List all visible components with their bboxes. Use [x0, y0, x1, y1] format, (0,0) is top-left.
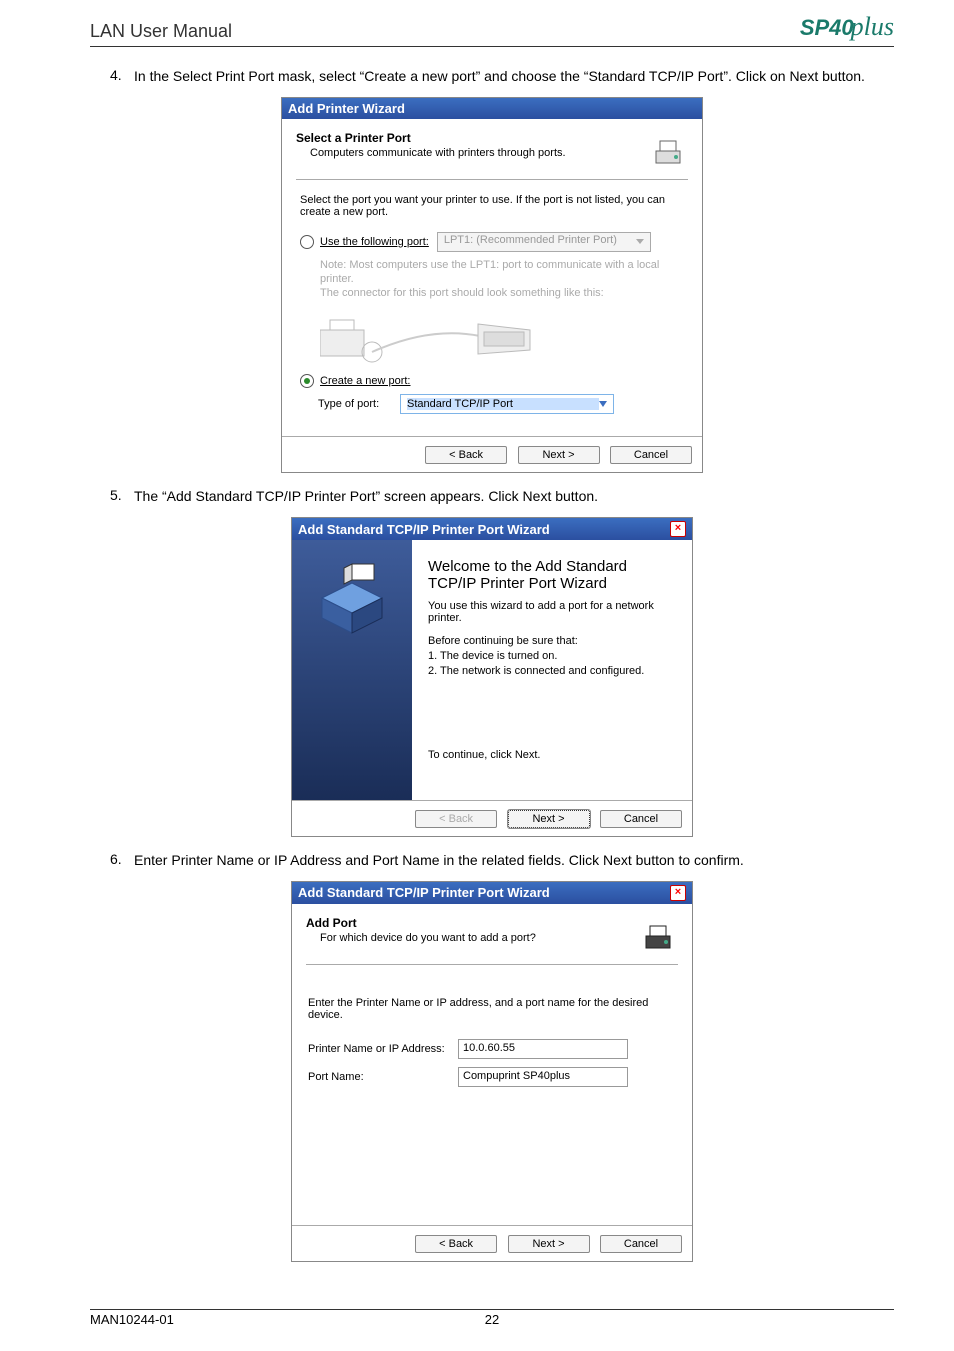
step-4-number: 4.: [90, 67, 134, 87]
step-4-text: In the Select Print Port mask, select “C…: [134, 67, 894, 87]
add-printer-wizard-dialog: Add Printer Wizard Select a Printer Port…: [281, 97, 703, 474]
dialog2-bullet1: 1. The device is turned on.: [428, 649, 676, 664]
radio-use-existing-port[interactable]: [300, 235, 314, 249]
logo-main: SP40: [800, 15, 854, 40]
port-name-input[interactable]: Compuprint SP40plus: [458, 1067, 628, 1087]
dialog1-subdesc: Computers communicate with printers thro…: [296, 147, 566, 159]
printer-icon: [648, 131, 688, 171]
printer-icon: [638, 916, 678, 956]
step-5-text: The “Add Standard TCP/IP Printer Port” s…: [134, 487, 894, 507]
wizard-side-graphic: [292, 540, 412, 800]
back-button[interactable]: < Back: [415, 1235, 497, 1253]
chevron-down-icon: [599, 401, 607, 407]
port-type-value: Standard TCP/IP Port: [407, 398, 599, 410]
step-6-number: 6.: [90, 851, 134, 871]
printer-name-input[interactable]: 10.0.60.55: [458, 1039, 628, 1059]
radio-create-new-port[interactable]: [300, 374, 314, 388]
cancel-button[interactable]: Cancel: [610, 446, 692, 464]
dialog3-title: Add Standard TCP/IP Printer Port Wizard: [298, 885, 550, 900]
step-5-number: 5.: [90, 487, 134, 507]
footer-doc-id: MAN10244-01: [90, 1312, 174, 1327]
dialog1-note-line1: Note: Most computers use the LPT1: port …: [320, 258, 684, 287]
cancel-button[interactable]: Cancel: [600, 1235, 682, 1253]
dialog2-titlebar: Add Standard TCP/IP Printer Port Wizard …: [292, 518, 692, 540]
close-icon[interactable]: ×: [670, 885, 686, 901]
tcpip-wizard-welcome-dialog: Add Standard TCP/IP Printer Port Wizard …: [291, 517, 693, 837]
close-icon[interactable]: ×: [670, 521, 686, 537]
radio-create-new-label: Create a new port:: [320, 375, 411, 387]
parallel-port-graphic: [320, 306, 684, 366]
dialog3-intro: Enter the Printer Name or IP address, an…: [308, 997, 676, 1021]
port-name-label: Port Name:: [308, 1071, 458, 1083]
existing-port-select: LPT1: (Recommended Printer Port): [437, 232, 651, 252]
printer-name-label: Printer Name or IP Address:: [308, 1043, 458, 1055]
dialog2-continue: To continue, click Next.: [428, 749, 676, 761]
brand-logo: SP40plus: [800, 12, 894, 42]
dialog1-note-line2: The connector for this port should look …: [320, 286, 684, 300]
back-button: < Back: [415, 810, 497, 828]
dialog2-title: Add Standard TCP/IP Printer Port Wizard: [298, 522, 550, 537]
dialog2-welcome-line1: Welcome to the Add Standard: [428, 558, 676, 575]
tcpip-wizard-addport-dialog: Add Standard TCP/IP Printer Port Wizard …: [291, 881, 693, 1262]
dialog1-title: Add Printer Wizard: [288, 101, 405, 116]
next-button[interactable]: Next >: [508, 1235, 590, 1253]
dialog1-intro: Select the port you want your printer to…: [300, 194, 684, 218]
dialog2-welcome-line2: TCP/IP Printer Port Wizard: [428, 575, 676, 592]
dialog3-subdesc: For which device do you want to add a po…: [306, 932, 536, 944]
header-separator: [90, 46, 894, 47]
dialog2-bullet2: 2. The network is connected and configur…: [428, 664, 676, 679]
page-header-title: LAN User Manual: [90, 21, 232, 42]
dialog3-titlebar: Add Standard TCP/IP Printer Port Wizard …: [292, 882, 692, 904]
dialog1-titlebar: Add Printer Wizard: [282, 98, 702, 119]
dialog3-subtitle: Add Port: [306, 916, 536, 930]
dialog2-before: Before continuing be sure that:: [428, 634, 676, 649]
type-of-port-label: Type of port:: [318, 398, 400, 410]
port-type-select[interactable]: Standard TCP/IP Port: [400, 394, 614, 414]
next-button[interactable]: Next >: [518, 446, 600, 464]
radio-use-existing-label: Use the following port:: [320, 236, 429, 248]
cancel-button[interactable]: Cancel: [600, 810, 682, 828]
step-6-text: Enter Printer Name or IP Address and Por…: [134, 851, 894, 871]
next-button[interactable]: Next >: [508, 810, 590, 828]
logo-cursive: plus: [851, 12, 894, 41]
dialog1-subtitle: Select a Printer Port: [296, 131, 566, 145]
footer-page-number: 22: [485, 1312, 499, 1327]
dialog2-desc: You use this wizard to add a port for a …: [428, 600, 676, 624]
back-button[interactable]: < Back: [425, 446, 507, 464]
